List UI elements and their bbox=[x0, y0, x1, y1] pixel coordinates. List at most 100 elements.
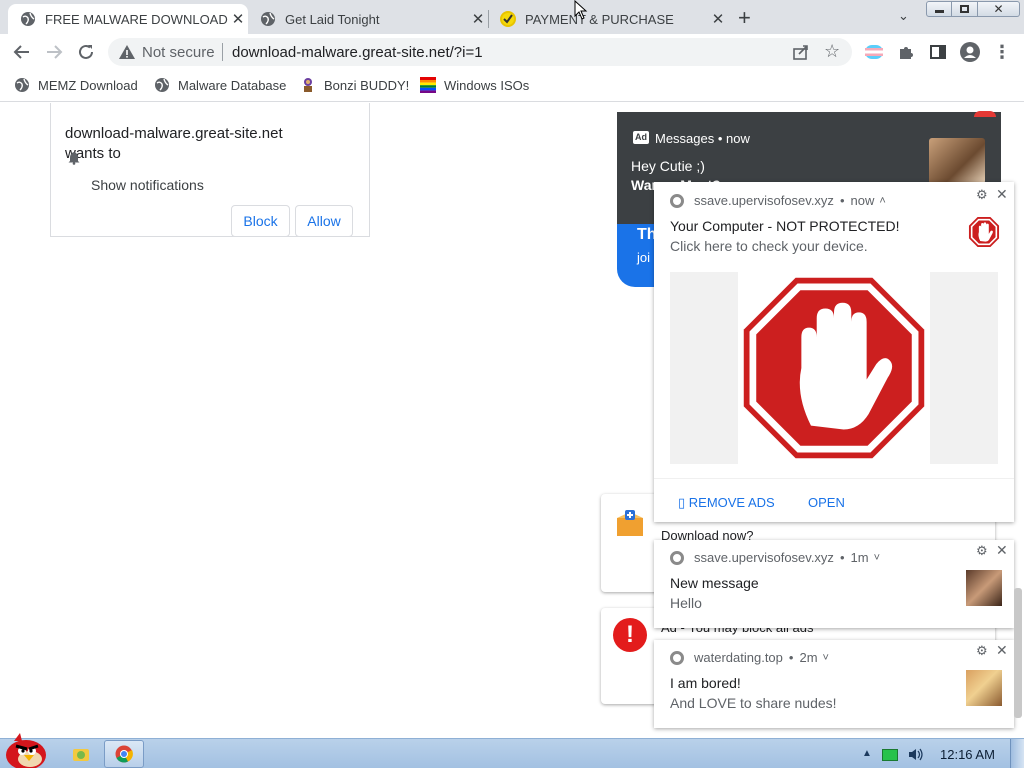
notification-body: Hello bbox=[670, 595, 702, 611]
close-tab-icon[interactable]: ✕ bbox=[708, 10, 728, 28]
windows-flag-icon bbox=[420, 77, 436, 93]
chrome-icon bbox=[670, 193, 684, 208]
notification-new-message[interactable]: ssave.upervisofosev.xyz • 1m ˅ ⚙ ✕ New m… bbox=[654, 540, 1014, 628]
tab-title: PAYMENT & PURCHASE bbox=[525, 11, 674, 27]
extensions-puzzle-icon[interactable] bbox=[894, 40, 918, 64]
profile-avatar-icon[interactable] bbox=[958, 40, 982, 64]
expand-chevron-icon[interactable]: ˅ bbox=[823, 652, 829, 664]
tab-strip: FREE MALWARE DOWNLOAD ✕ Get Laid Tonight… bbox=[0, 0, 1024, 34]
gear-icon[interactable]: ⚙ bbox=[976, 643, 988, 659]
alert-icon: ! bbox=[613, 618, 647, 652]
notification-actions: ▯ REMOVE ADS OPEN bbox=[654, 478, 1014, 522]
notification-time: 1m bbox=[850, 550, 869, 565]
page-scrollbar[interactable] bbox=[1014, 588, 1022, 718]
tab-get-laid-tonight[interactable]: Get Laid Tonight ✕ bbox=[248, 4, 488, 34]
bookmarks-bar: MEMZ Download Malware Database Bonzi BUD… bbox=[0, 70, 1024, 102]
bookmark-star-icon[interactable]: ☆ bbox=[824, 41, 840, 62]
address-bar[interactable]: Not secure download-malware.great-site.n… bbox=[108, 38, 852, 66]
notification-origin: ssave.upervisofosev.xyz bbox=[694, 550, 834, 565]
expand-chevron-icon[interactable]: ˅ bbox=[874, 552, 880, 564]
prompt-request: Show notifications bbox=[91, 177, 204, 193]
minimize-button[interactable] bbox=[926, 1, 952, 17]
globe-icon bbox=[154, 77, 170, 93]
bookmark-windows-isos[interactable]: Windows ISOs bbox=[420, 77, 529, 93]
bookmark-bonzi-buddy[interactable]: Bonzi BUDDY! bbox=[300, 77, 409, 93]
notification-title: I am bored! bbox=[670, 675, 741, 691]
gear-icon[interactable]: ⚙ bbox=[976, 187, 988, 203]
restore-button[interactable] bbox=[952, 1, 978, 17]
chrome-taskbar-button[interactable] bbox=[104, 740, 144, 768]
tray-up-arrow-icon[interactable]: ▲ bbox=[862, 748, 872, 759]
profile-flag-icon[interactable] bbox=[862, 40, 886, 64]
tab-free-malware-download[interactable]: FREE MALWARE DOWNLOAD ✕ bbox=[8, 4, 248, 34]
notification-waterdating[interactable]: waterdating.top • 2m ˅ ⚙ ✕ I am bored! A… bbox=[654, 640, 1014, 728]
close-tab-icon[interactable]: ✕ bbox=[468, 10, 488, 28]
ad-blue-subtitle: joi bbox=[637, 250, 651, 265]
notification-image bbox=[670, 272, 998, 464]
stop-hand-icon bbox=[743, 277, 925, 459]
ad-badge: Ad bbox=[633, 131, 649, 144]
reload-icon[interactable] bbox=[74, 40, 98, 64]
notification-body: And LOVE to share nudes! bbox=[670, 695, 837, 711]
gear-icon[interactable]: ⚙ bbox=[976, 543, 988, 559]
url-text[interactable]: download-malware.great-site.net/?i=1 bbox=[232, 44, 483, 61]
close-icon[interactable]: ✕ bbox=[996, 186, 1008, 203]
battery-icon[interactable] bbox=[882, 749, 898, 761]
new-tab-plus-icon[interactable]: + bbox=[738, 5, 751, 31]
tab-search-chevron-icon[interactable]: ⌄ bbox=[898, 8, 909, 24]
forward-arrow-icon[interactable] bbox=[42, 40, 66, 64]
open-button[interactable]: OPEN bbox=[808, 495, 845, 510]
close-icon[interactable]: ✕ bbox=[996, 642, 1008, 659]
tab-title: Get Laid Tonight bbox=[285, 11, 380, 27]
clock[interactable]: 12:16 AM bbox=[940, 747, 995, 762]
stop-hand-small-icon bbox=[968, 216, 1000, 248]
toolbar: Not secure download-malware.great-site.n… bbox=[0, 34, 1024, 70]
ad-line-1: Hey Cutie ;) bbox=[631, 158, 705, 174]
explorer-icon[interactable] bbox=[72, 746, 90, 762]
globe-icon bbox=[20, 11, 36, 27]
close-tab-icon[interactable]: ✕ bbox=[228, 10, 248, 28]
prompt-origin: download-malware.great-site.net bbox=[65, 125, 283, 142]
bookmark-label: Bonzi BUDDY! bbox=[324, 77, 410, 93]
red-badge bbox=[974, 111, 996, 117]
notification-time: 2m bbox=[799, 650, 818, 665]
allow-button[interactable]: Allow bbox=[295, 205, 353, 237]
remove-ads-button[interactable]: ▯ REMOVE ADS bbox=[678, 495, 775, 511]
notification-time: now bbox=[850, 193, 875, 208]
share-icon[interactable] bbox=[792, 43, 810, 66]
tab-payment-purchase[interactable]: PAYMENT & PURCHASE ✕ bbox=[488, 4, 728, 34]
bookmark-label: MEMZ Download bbox=[38, 77, 138, 93]
warning-triangle-icon[interactable] bbox=[118, 43, 136, 66]
notification-title: Your Computer - NOT PROTECTED! bbox=[670, 218, 900, 234]
notification-origin: ssave.upervisofosev.xyz bbox=[694, 193, 834, 208]
package-icon bbox=[613, 506, 647, 540]
omnibox-divider bbox=[222, 43, 223, 61]
back-arrow-icon[interactable] bbox=[10, 40, 34, 64]
close-window-button[interactable]: ✕ bbox=[978, 1, 1020, 17]
globe-icon bbox=[260, 11, 276, 27]
collapse-chevron-icon[interactable]: ˄ bbox=[879, 195, 885, 207]
bonzi-icon bbox=[300, 77, 316, 93]
tab-title: FREE MALWARE DOWNLOAD bbox=[45, 11, 228, 27]
show-desktop-button[interactable] bbox=[1010, 739, 1024, 768]
bookmark-label: Malware Database bbox=[178, 77, 287, 93]
notification-not-protected[interactable]: ssave.upervisofosev.xyz • now ˄ ⚙ ✕ Your… bbox=[654, 182, 1014, 522]
bookmark-label: Windows ISOs bbox=[444, 77, 530, 93]
bell-icon bbox=[68, 151, 80, 168]
notification-origin: waterdating.top bbox=[694, 650, 783, 665]
speaker-icon[interactable] bbox=[908, 748, 924, 761]
notification-body: Click here to check your device. bbox=[670, 238, 868, 254]
bookmark-memz-download[interactable]: MEMZ Download bbox=[14, 77, 138, 93]
side-panel-icon[interactable] bbox=[926, 40, 950, 64]
angry-bird-start-icon[interactable] bbox=[0, 731, 50, 768]
close-icon[interactable]: ✕ bbox=[996, 542, 1008, 559]
security-label[interactable]: Not secure bbox=[142, 44, 215, 61]
ad-source: Messages • now bbox=[655, 131, 750, 146]
chrome-icon bbox=[115, 745, 133, 763]
notification-header: waterdating.top • 2m ˅ bbox=[670, 650, 829, 665]
taskbar: ▲ 12:16 AM bbox=[0, 733, 1024, 768]
globe-icon bbox=[14, 77, 30, 93]
menu-kebab-icon[interactable]: ⋮ bbox=[990, 40, 1014, 64]
block-button[interactable]: Block bbox=[231, 205, 290, 237]
bookmark-malware-database[interactable]: Malware Database bbox=[154, 77, 286, 93]
